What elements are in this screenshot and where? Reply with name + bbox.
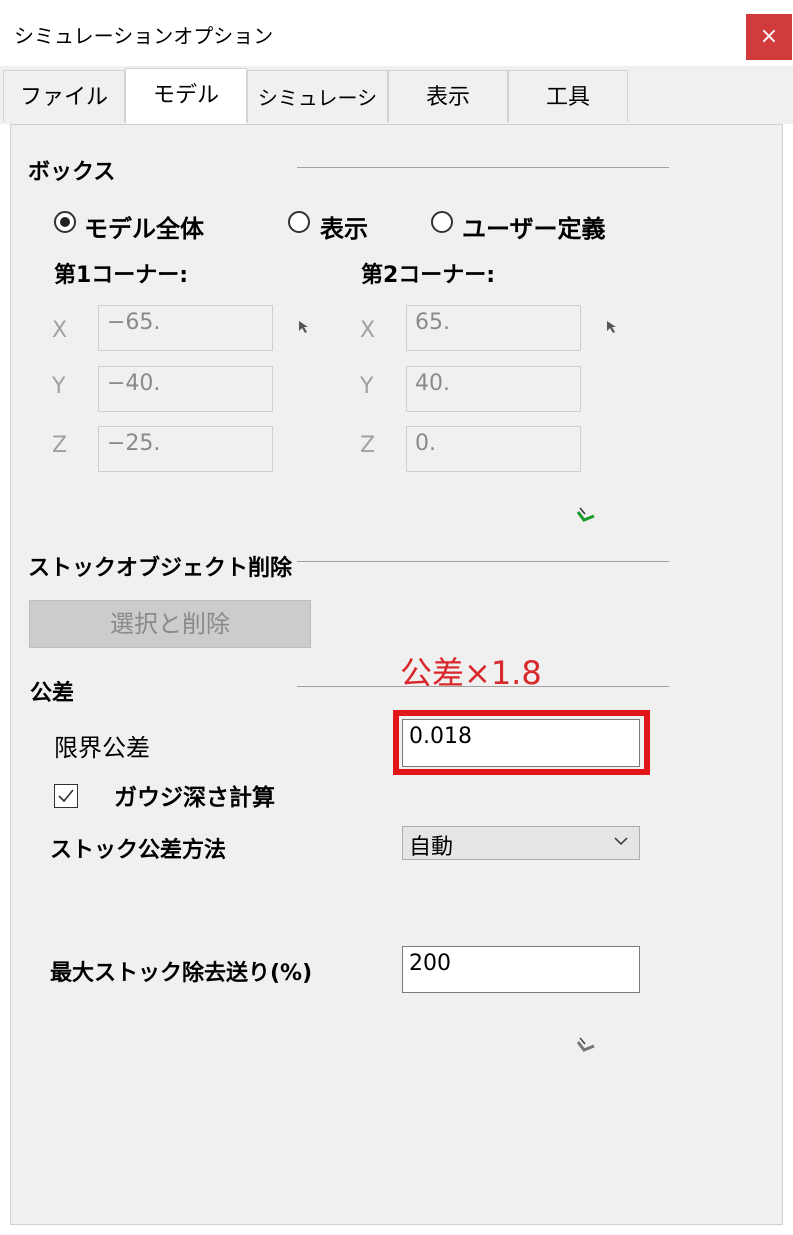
checkbox-check-icon — [58, 789, 74, 803]
corner1-y-field[interactable]: −40. — [98, 366, 273, 412]
pick-arrow-icon[interactable] — [606, 320, 618, 337]
model-panel — [10, 124, 783, 1225]
gouge-label: ガウジ深さ計算 — [114, 785, 275, 811]
corner1-x-field[interactable]: −65. — [98, 305, 273, 351]
chevron-down-icon — [613, 831, 629, 857]
tab-model[interactable]: モデル — [125, 68, 247, 124]
select-delete-button[interactable]: 選択と削除 — [29, 600, 311, 648]
tab-simulation[interactable]: シミュレーション — [247, 70, 388, 164]
radio-user-defined-label: ユーザー定義 — [462, 215, 606, 243]
corner1-z-field[interactable]: −25. — [98, 426, 273, 472]
radio-whole-model-label: モデル全体 — [84, 215, 204, 243]
tab-file[interactable]: ファイル — [3, 70, 125, 122]
tab-tool[interactable]: 工具 — [508, 70, 628, 122]
corner1-label: 第1コーナー: — [54, 263, 189, 288]
max-feed-input[interactable]: 200 — [402, 946, 640, 993]
window-title: シミュレーションオプション — [14, 24, 274, 48]
radio-display[interactable] — [288, 211, 310, 233]
corner1-z-label: Z — [52, 433, 68, 458]
gouge-checkbox[interactable] — [54, 784, 78, 808]
corner2-z-field[interactable]: 0. — [406, 426, 581, 472]
tolerance-heading: 公差 — [30, 681, 75, 706]
corner2-label: 第2コーナー: — [361, 263, 496, 288]
tolerance-divider — [297, 686, 669, 687]
highlight-box — [393, 710, 650, 775]
radio-whole-model[interactable] — [54, 211, 76, 233]
box-heading: ボックス — [28, 160, 116, 185]
corner2-x-label: X — [360, 318, 376, 343]
box-divider — [297, 167, 669, 168]
radio-display-label: 表示 — [320, 215, 368, 243]
apply-check-icon[interactable] — [576, 1036, 596, 1058]
tolerance-annotation: 公差×1.8 — [400, 654, 542, 692]
corner1-x-label: X — [52, 318, 68, 343]
close-icon: × — [759, 24, 779, 49]
apply-check-icon[interactable] — [576, 506, 596, 528]
corner2-y-field[interactable]: 40. — [406, 366, 581, 412]
radio-user-defined[interactable] — [431, 211, 453, 233]
limit-tolerance-label: 限界公差 — [54, 734, 150, 762]
corner2-x-field[interactable]: 65. — [406, 305, 581, 351]
stock-method-select[interactable]: 自動 — [402, 826, 640, 860]
stock-method-value: 自動 — [409, 835, 454, 860]
tab-display[interactable]: 表示 — [388, 70, 508, 122]
corner1-y-label: Y — [52, 374, 66, 399]
stock-method-label: ストック公差方法 — [50, 838, 227, 863]
stock-delete-divider — [297, 561, 669, 562]
stock-delete-heading: ストックオブジェクト削除 — [28, 556, 293, 581]
close-button[interactable]: × — [746, 14, 792, 60]
max-feed-label: 最大ストック除去送り(%) — [50, 961, 313, 986]
corner2-y-label: Y — [360, 374, 374, 399]
pick-arrow-icon[interactable] — [298, 320, 310, 337]
corner2-z-label: Z — [360, 433, 376, 458]
